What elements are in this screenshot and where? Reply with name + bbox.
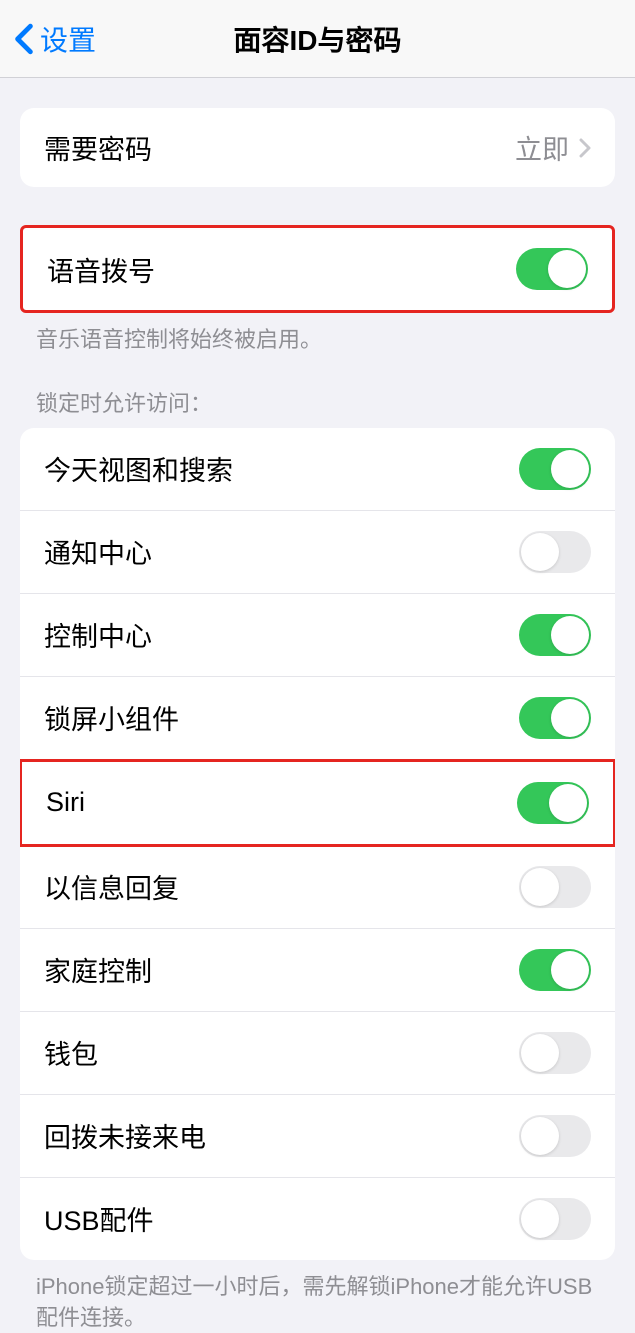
toggle-knob — [521, 1034, 559, 1072]
row-value-wrap: 立即 — [515, 128, 591, 167]
lock-item-row: 家庭控制 — [20, 929, 615, 1012]
lock-item-label: 通知中心 — [44, 532, 152, 571]
toggle-knob — [551, 951, 589, 989]
lock-access-group: 今天视图和搜索通知中心控制中心锁屏小组件 Siri 以信息回复家庭控制钱包回拨未接来… — [20, 428, 615, 1260]
lock-item-label: USB配件 — [44, 1199, 154, 1238]
lock-item-toggle[interactable] — [519, 866, 591, 908]
chevron-left-icon — [14, 23, 34, 55]
lock-item-row: 今天视图和搜索 — [20, 428, 615, 511]
require-passcode-label: 需要密码 — [44, 128, 152, 167]
lock-item-label: 钱包 — [44, 1033, 98, 1072]
lock-item-row: 锁屏小组件 — [20, 677, 615, 760]
lock-item-toggle[interactable] — [517, 782, 589, 824]
back-button[interactable]: 设置 — [14, 19, 96, 59]
lock-item-toggle[interactable] — [519, 697, 591, 739]
toggle-knob — [521, 1117, 559, 1155]
toggle-knob — [548, 250, 586, 288]
lock-item-row: 通知中心 — [20, 511, 615, 594]
lock-section-header: 锁定时允许访问： — [0, 356, 635, 428]
lock-item-row: 回拨未接来电 — [20, 1095, 615, 1178]
toggle-knob — [551, 699, 589, 737]
page-title: 面容ID与密码 — [233, 19, 401, 59]
require-passcode-group: 需要密码 立即 — [20, 108, 615, 187]
lock-section-footer: iPhone锁定超过一小时后，需先解锁iPhone才能允许USB配件连接。 — [0, 1260, 635, 1333]
lock-item-row: 控制中心 — [20, 594, 615, 677]
lock-item-row: Siri — [20, 759, 615, 847]
lock-item-label: 家庭控制 — [44, 950, 152, 989]
require-passcode-value: 立即 — [515, 128, 569, 167]
lock-item-toggle[interactable] — [519, 614, 591, 656]
lock-item-label: Siri — [46, 787, 85, 818]
back-label: 设置 — [40, 19, 96, 59]
toggle-knob — [521, 1200, 559, 1238]
lock-item-row: 钱包 — [20, 1012, 615, 1095]
require-passcode-row[interactable]: 需要密码 立即 — [20, 108, 615, 187]
lock-item-label: 以信息回复 — [44, 867, 179, 906]
voice-dial-row: 语音拨号 — [23, 228, 612, 310]
toggle-knob — [549, 784, 587, 822]
chevron-right-icon — [579, 138, 591, 158]
voice-dial-toggle[interactable] — [516, 248, 588, 290]
voice-dial-label: 语音拨号 — [47, 250, 155, 289]
lock-item-row: 以信息回复 — [20, 846, 615, 929]
toggle-knob — [551, 450, 589, 488]
voice-dial-group: 语音拨号 — [20, 225, 615, 313]
lock-item-label: 控制中心 — [44, 615, 152, 654]
content-area: 需要密码 立即 语音拨号 音乐语音控制将始终被启用。 锁定时允许访问： 今天视图… — [0, 78, 635, 1333]
nav-header: 设置 面容ID与密码 — [0, 0, 635, 78]
toggle-knob — [521, 533, 559, 571]
lock-item-toggle[interactable] — [519, 448, 591, 490]
lock-item-label: 锁屏小组件 — [44, 698, 179, 737]
voice-dial-footer: 音乐语音控制将始终被启用。 — [0, 313, 635, 356]
lock-item-row: USB配件 — [20, 1178, 615, 1260]
lock-item-toggle[interactable] — [519, 531, 591, 573]
lock-item-toggle[interactable] — [519, 1032, 591, 1074]
toggle-knob — [551, 616, 589, 654]
lock-item-label: 今天视图和搜索 — [44, 449, 233, 488]
lock-item-label: 回拨未接来电 — [44, 1116, 206, 1155]
lock-item-toggle[interactable] — [519, 949, 591, 991]
lock-item-toggle[interactable] — [519, 1115, 591, 1157]
toggle-knob — [521, 868, 559, 906]
lock-item-toggle[interactable] — [519, 1198, 591, 1240]
